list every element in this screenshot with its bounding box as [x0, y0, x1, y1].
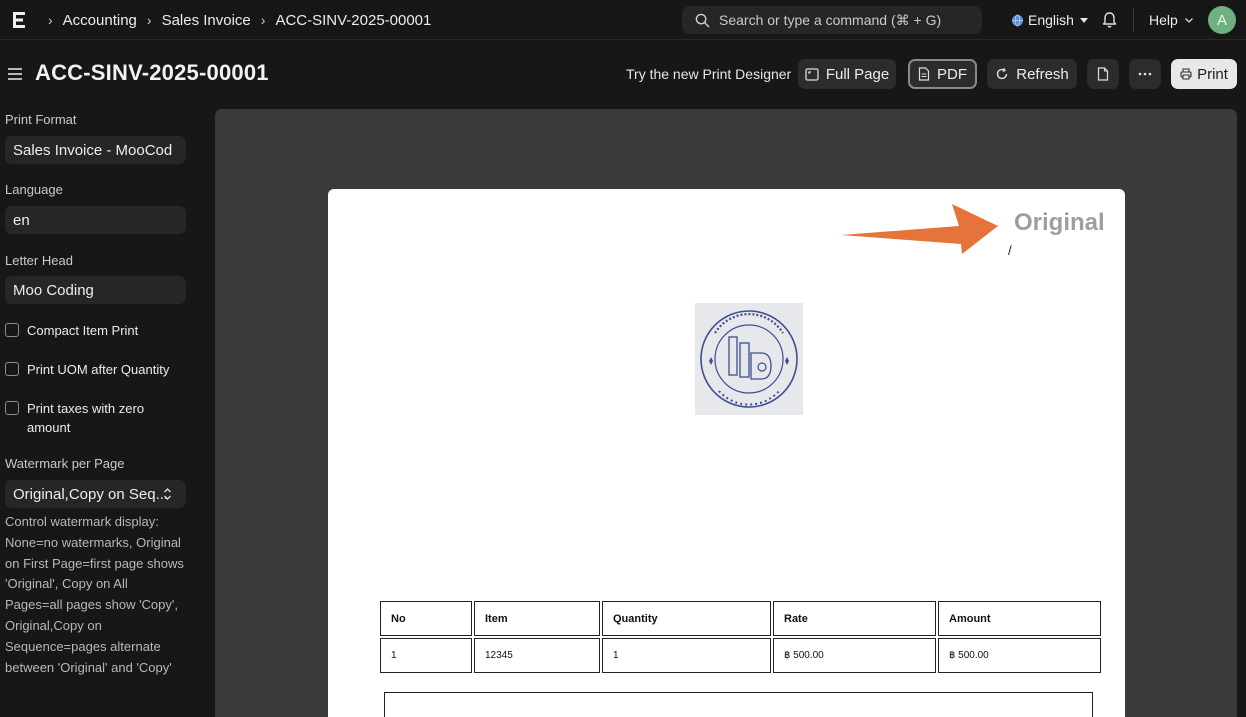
watermark-select-value: Original,Copy on Seq... [13, 485, 169, 503]
printer-icon [1180, 68, 1192, 80]
print-label: Print [1197, 65, 1228, 83]
help-label: Help [1149, 12, 1178, 28]
full-page-label: Full Page [825, 65, 890, 83]
language-label: English [1028, 12, 1074, 28]
company-stamp-logo [695, 303, 803, 415]
chevron-right-icon: › [146, 12, 152, 28]
chevron-down-icon [1184, 18, 1193, 23]
letter-head-label: Letter Head [5, 253, 73, 268]
breadcrumb-accounting[interactable]: Accounting [63, 12, 137, 29]
watermark-help-text: Control watermark display: None=no water… [5, 514, 184, 675]
try-print-designer-link[interactable]: Try the new Print Designer [626, 66, 791, 82]
updown-chevron-icon [164, 488, 171, 500]
language-field[interactable]: en [5, 206, 186, 234]
column-header-no: No [380, 601, 472, 636]
pdf-label: PDF [937, 65, 967, 83]
watermark-select[interactable]: Original,Copy on Seq... [5, 480, 186, 508]
compact-item-print-option: Compact Item Print [5, 321, 138, 340]
table-row: 1 12345 1 ฿ 500.00 ฿ 500.00 [380, 638, 1101, 673]
print-taxes-checkbox[interactable] [5, 401, 19, 415]
header-slash-text: / [1008, 243, 1012, 258]
compact-item-print-label: Compact Item Print [27, 323, 139, 338]
invoice-items-table: No Item Quantity Rate Amount 1 12345 1 ฿… [378, 599, 1103, 675]
refresh-icon [997, 67, 1008, 80]
cell-no: 1 [380, 638, 472, 673]
caret-down-icon [1079, 17, 1088, 23]
more-horizontal-icon [1138, 72, 1152, 76]
app-logo-icon[interactable] [13, 10, 27, 30]
refresh-label: Refresh [1016, 65, 1069, 83]
breadcrumb: › Accounting › Sales Invoice › ACC-SINV-… [44, 0, 431, 40]
totals-section [384, 692, 1093, 717]
print-uom-label: Print UOM after Quantity [27, 362, 170, 377]
help-menu[interactable]: Help [1149, 0, 1195, 40]
print-format-label: Print Format [5, 112, 77, 127]
compact-item-print-checkbox[interactable] [5, 323, 19, 337]
file-icon [1097, 67, 1109, 81]
breadcrumb-sales-invoice[interactable]: Sales Invoice [162, 12, 251, 29]
column-header-quantity: Quantity [602, 601, 771, 636]
globe-icon [1011, 14, 1024, 26]
page-title: ACC-SINV-2025-00001 [35, 60, 269, 85]
navbar-divider [1133, 8, 1134, 32]
new-document-button[interactable] [1087, 59, 1119, 89]
column-header-amount: Amount [938, 601, 1101, 636]
more-options-button[interactable] [1129, 59, 1161, 89]
column-header-item: Item [474, 601, 600, 636]
pdf-button[interactable]: PDF [908, 59, 977, 89]
print-taxes-label: Print taxes with zero amount [27, 401, 145, 435]
chevron-right-icon: › [48, 12, 53, 28]
cell-amount: ฿ 500.00 [938, 638, 1101, 673]
table-header-row: No Item Quantity Rate Amount [380, 601, 1101, 636]
search-bar[interactable]: Search or type a command (⌘ + G) [682, 6, 982, 34]
notification-bell-icon[interactable] [1101, 11, 1118, 29]
invoice-page: Original / No Item Quantity Rate Amount … [328, 189, 1125, 717]
cell-rate: ฿ 500.00 [773, 638, 936, 673]
search-placeholder: Search or type a command (⌘ + G) [719, 11, 942, 28]
column-header-rate: Rate [773, 601, 936, 636]
sidebar-toggle-icon[interactable] [7, 66, 23, 82]
full-page-button[interactable]: Full Page [798, 59, 896, 89]
arrow-pointer-icon [841, 204, 998, 254]
watermark-original-label: Original [1014, 209, 1105, 236]
language-selector[interactable]: English [1011, 0, 1088, 40]
print-taxes-option: Print taxes with zero amount [5, 399, 175, 437]
refresh-button[interactable]: Refresh [987, 59, 1077, 89]
top-navbar: › Accounting › Sales Invoice › ACC-SINV-… [0, 0, 1246, 40]
watermark-label: Watermark per Page [5, 456, 125, 471]
print-button[interactable]: Print [1171, 59, 1237, 89]
breadcrumb-invoice-id[interactable]: ACC-SINV-2025-00001 [275, 12, 431, 29]
cell-quantity: 1 [602, 638, 771, 673]
cell-item: 12345 [474, 638, 600, 673]
full-page-icon [805, 67, 819, 81]
avatar[interactable]: A [1208, 6, 1236, 34]
letter-head-field[interactable]: Moo Coding [5, 276, 186, 304]
print-uom-checkbox[interactable] [5, 362, 19, 376]
document-icon [918, 67, 930, 81]
search-icon [695, 13, 710, 27]
print-format-field[interactable]: Sales Invoice - MooCod [5, 136, 186, 164]
language-field-label: Language [5, 182, 63, 197]
print-uom-option: Print UOM after Quantity [5, 360, 169, 379]
chevron-right-icon: › [260, 12, 266, 28]
